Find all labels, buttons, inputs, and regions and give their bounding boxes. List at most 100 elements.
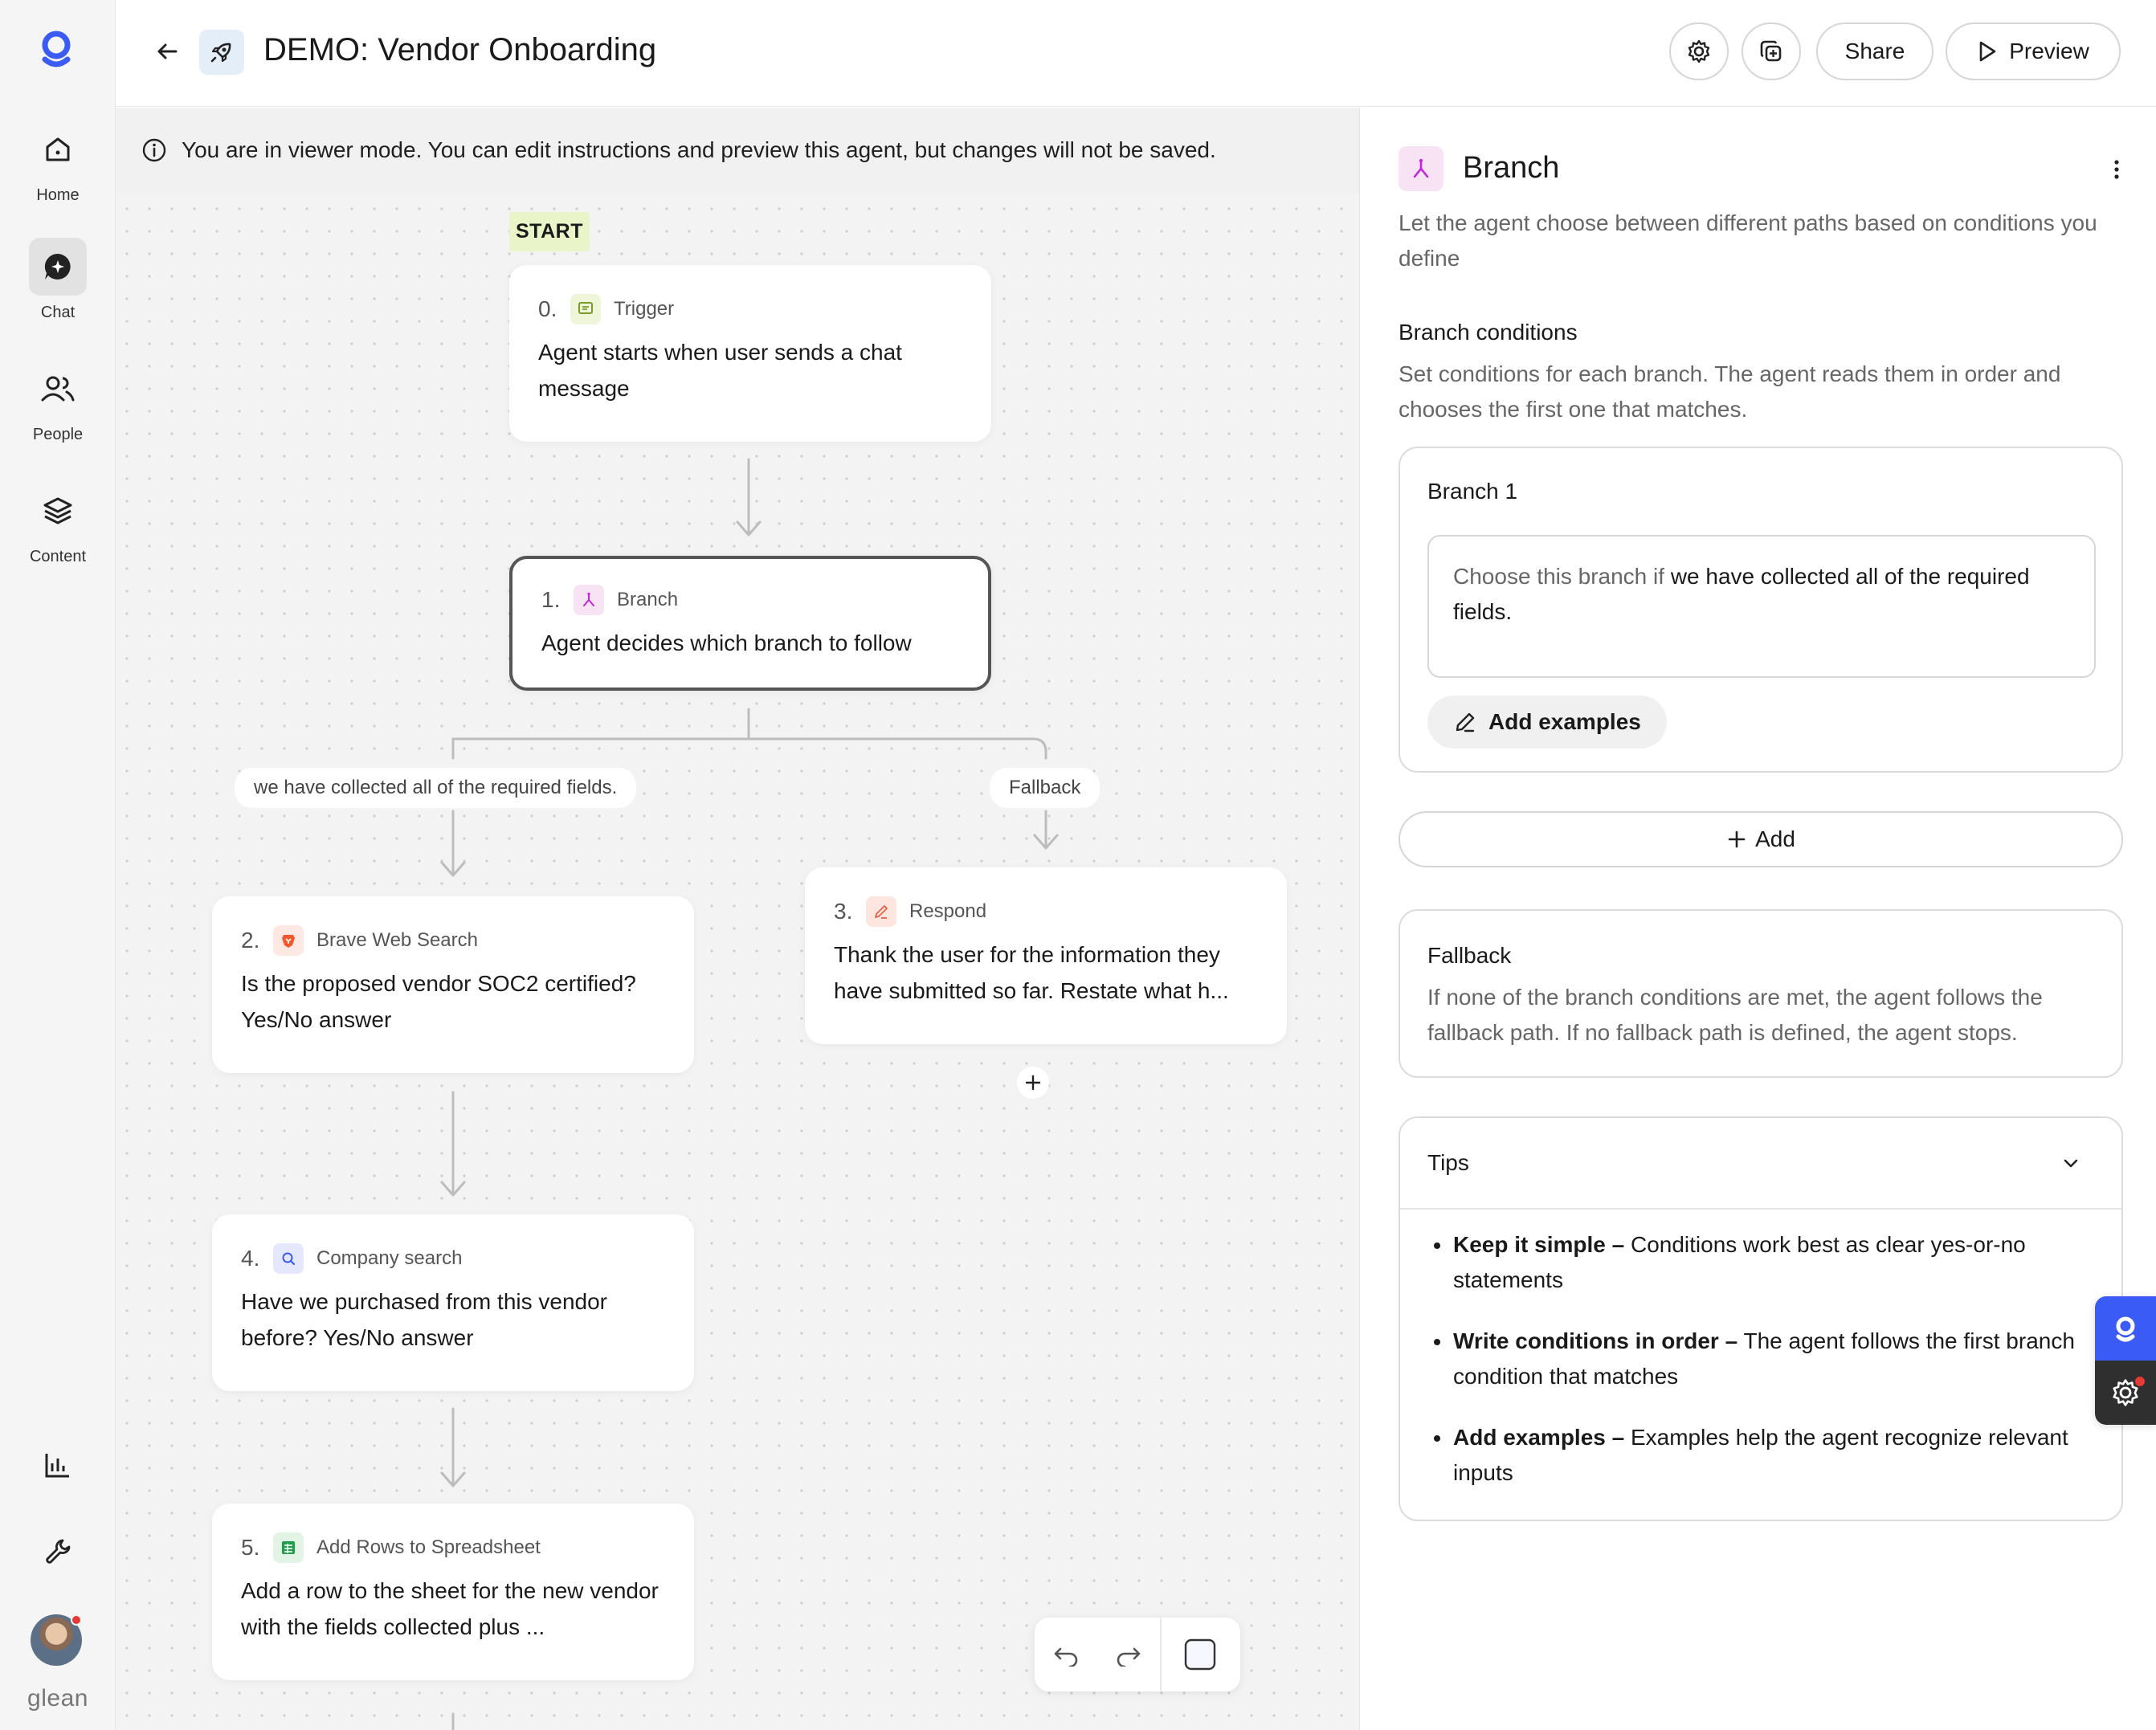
chevron-down-icon bbox=[2057, 1150, 2085, 1177]
home-icon bbox=[29, 120, 87, 178]
gear-icon bbox=[1688, 39, 1710, 63]
node-number: 5. bbox=[241, 1535, 260, 1560]
sidebar-item-home[interactable]: Home bbox=[0, 120, 116, 205]
node-type: Brave Web Search bbox=[316, 929, 478, 951]
add-branch-button[interactable]: Add bbox=[1399, 811, 2123, 867]
workflow-node-brave-search[interactable]: 2. Brave Web Search Is the proposed vend… bbox=[212, 896, 694, 1073]
sidebar: Home Chat People Content glean bbox=[0, 0, 116, 1730]
back-arrow-icon[interactable] bbox=[149, 34, 185, 69]
tip-item: Write conditions in order – The agent fo… bbox=[1427, 1324, 2102, 1394]
people-icon bbox=[29, 360, 87, 418]
tips-list: Keep it simple – Conditions work best as… bbox=[1427, 1227, 2102, 1516]
panel-description: Let the agent choose between different p… bbox=[1399, 210, 2097, 271]
rocket-icon bbox=[199, 30, 244, 75]
layers-icon bbox=[29, 482, 87, 540]
edge-label-branch1: we have collected all of the required fi… bbox=[235, 768, 637, 808]
sidebar-item-chat[interactable]: Chat bbox=[0, 238, 116, 322]
workflow-node-branch[interactable]: 1. Branch Agent decides which branch to … bbox=[509, 556, 991, 691]
header: DEMO: Vendor Onboarding Share Preview bbox=[116, 0, 2156, 107]
sidebar-item-content[interactable]: Content bbox=[0, 482, 116, 566]
floating-assistant-widget bbox=[2095, 1296, 2156, 1425]
panel-title: Branch bbox=[1463, 151, 1560, 185]
copy-icon bbox=[1760, 40, 1782, 62]
chat-icon bbox=[29, 238, 87, 296]
more-vertical-icon[interactable] bbox=[2101, 149, 2133, 190]
node-type: Trigger bbox=[614, 298, 675, 320]
workflow-node-add-rows[interactable]: 5. Add Rows to Spreadsheet Add a row to … bbox=[212, 1504, 694, 1680]
tips-title: Tips bbox=[1427, 1150, 1469, 1175]
add-examples-label: Add examples bbox=[1488, 709, 1641, 734]
node-number: 0. bbox=[538, 296, 557, 321]
duplicate-button[interactable] bbox=[1742, 22, 1801, 80]
start-tag: START bbox=[509, 212, 590, 251]
condition-prefix: Choose this branch if bbox=[1453, 564, 1665, 589]
add-step-plus-icon[interactable] bbox=[1017, 1067, 1049, 1099]
fallback-description: If none of the branch conditions are met… bbox=[1427, 985, 2043, 1045]
branch-card: Branch 1 Choose this branch if we have c… bbox=[1399, 447, 2123, 773]
workflow-canvas[interactable]: You are in viewer mode. You can edit ins… bbox=[116, 108, 1359, 1730]
brand-wordmark: glean bbox=[27, 1685, 88, 1712]
pencil-icon bbox=[1456, 712, 1475, 732]
node-number: 2. bbox=[241, 928, 260, 953]
node-number: 1. bbox=[541, 587, 561, 612]
node-type: Add Rows to Spreadsheet bbox=[316, 1536, 541, 1558]
wrench-icon[interactable] bbox=[29, 1523, 87, 1581]
branch-title: Branch 1 bbox=[1427, 479, 1518, 504]
node-description: Add a row to the sheet for the new vendo… bbox=[241, 1578, 659, 1639]
plus-icon bbox=[1728, 830, 1746, 848]
add-label: Add bbox=[1755, 826, 1795, 851]
sidebar-item-label: Content bbox=[29, 548, 87, 565]
undo-icon[interactable] bbox=[1035, 1618, 1097, 1691]
spreadsheet-icon bbox=[273, 1532, 304, 1563]
fit-view-icon[interactable] bbox=[1162, 1618, 1239, 1691]
share-label: Share bbox=[1844, 39, 1905, 63]
tip-item: Keep it simple – Conditions work best as… bbox=[1427, 1227, 2102, 1298]
edge-label-fallback: Fallback bbox=[990, 768, 1100, 808]
add-examples-button[interactable]: Add examples bbox=[1427, 696, 1667, 749]
pencil-icon bbox=[866, 896, 896, 927]
fallback-title: Fallback bbox=[1427, 943, 1512, 968]
node-type: Respond bbox=[909, 900, 987, 922]
tips-card: Tips Keep it simple – Conditions work be… bbox=[1399, 1116, 2123, 1521]
sidebar-item-label: People bbox=[32, 426, 84, 443]
node-description: Is the proposed vendor SOC2 certified? Y… bbox=[241, 971, 636, 1032]
branch-icon bbox=[574, 585, 604, 615]
branch-icon bbox=[1399, 146, 1443, 191]
message-icon bbox=[570, 294, 601, 324]
preview-button[interactable]: Preview bbox=[1946, 22, 2121, 80]
sidebar-item-label: Chat bbox=[40, 304, 76, 321]
page-title: DEMO: Vendor Onboarding bbox=[263, 32, 657, 67]
search-icon bbox=[273, 1243, 304, 1274]
node-type: Company search bbox=[316, 1247, 463, 1269]
notification-dot bbox=[2135, 1377, 2145, 1386]
glean-logo-icon[interactable] bbox=[34, 26, 79, 71]
node-number: 4. bbox=[241, 1246, 260, 1271]
node-type: Branch bbox=[617, 589, 679, 610]
branch-condition-field[interactable]: Choose this branch if we have collected … bbox=[1427, 535, 2096, 678]
tips-header[interactable]: Tips bbox=[1400, 1118, 2121, 1210]
play-icon bbox=[1979, 41, 1996, 62]
section-description: Set conditions for each branch. The agen… bbox=[1399, 361, 2061, 422]
settings-button[interactable] bbox=[1669, 22, 1729, 80]
preview-label: Preview bbox=[2009, 39, 2089, 63]
node-description: Thank the user for the information they … bbox=[834, 942, 1229, 1003]
widget-settings-icon[interactable] bbox=[2095, 1361, 2156, 1425]
sidebar-item-label: Home bbox=[36, 186, 80, 204]
step-detail-panel: Branch Let the agent choose between diff… bbox=[1359, 108, 2156, 1730]
canvas-toolbar bbox=[1035, 1618, 1240, 1691]
node-description: Agent starts when user sends a chat mess… bbox=[538, 340, 902, 401]
workflow-node-trigger[interactable]: 0. Trigger Agent starts when user sends … bbox=[509, 265, 991, 442]
sidebar-item-people[interactable]: People bbox=[0, 360, 116, 444]
fallback-card: Fallback If none of the branch condition… bbox=[1399, 909, 2123, 1078]
node-number: 3. bbox=[834, 899, 853, 924]
glean-assistant-icon[interactable] bbox=[2095, 1296, 2156, 1361]
share-button[interactable]: Share bbox=[1816, 22, 1933, 80]
workflow-node-company-search[interactable]: 4. Company search Have we purchased from… bbox=[212, 1214, 694, 1391]
section-title: Branch conditions bbox=[1399, 320, 1578, 345]
node-description: Agent decides which branch to follow bbox=[541, 630, 912, 655]
workflow-node-respond[interactable]: 3. Respond Thank the user for the inform… bbox=[805, 867, 1287, 1044]
tip-item: Add examples – Examples help the agent r… bbox=[1427, 1420, 2102, 1491]
redo-icon[interactable] bbox=[1097, 1618, 1160, 1691]
notification-dot bbox=[71, 1614, 82, 1626]
analytics-icon[interactable] bbox=[29, 1436, 87, 1494]
